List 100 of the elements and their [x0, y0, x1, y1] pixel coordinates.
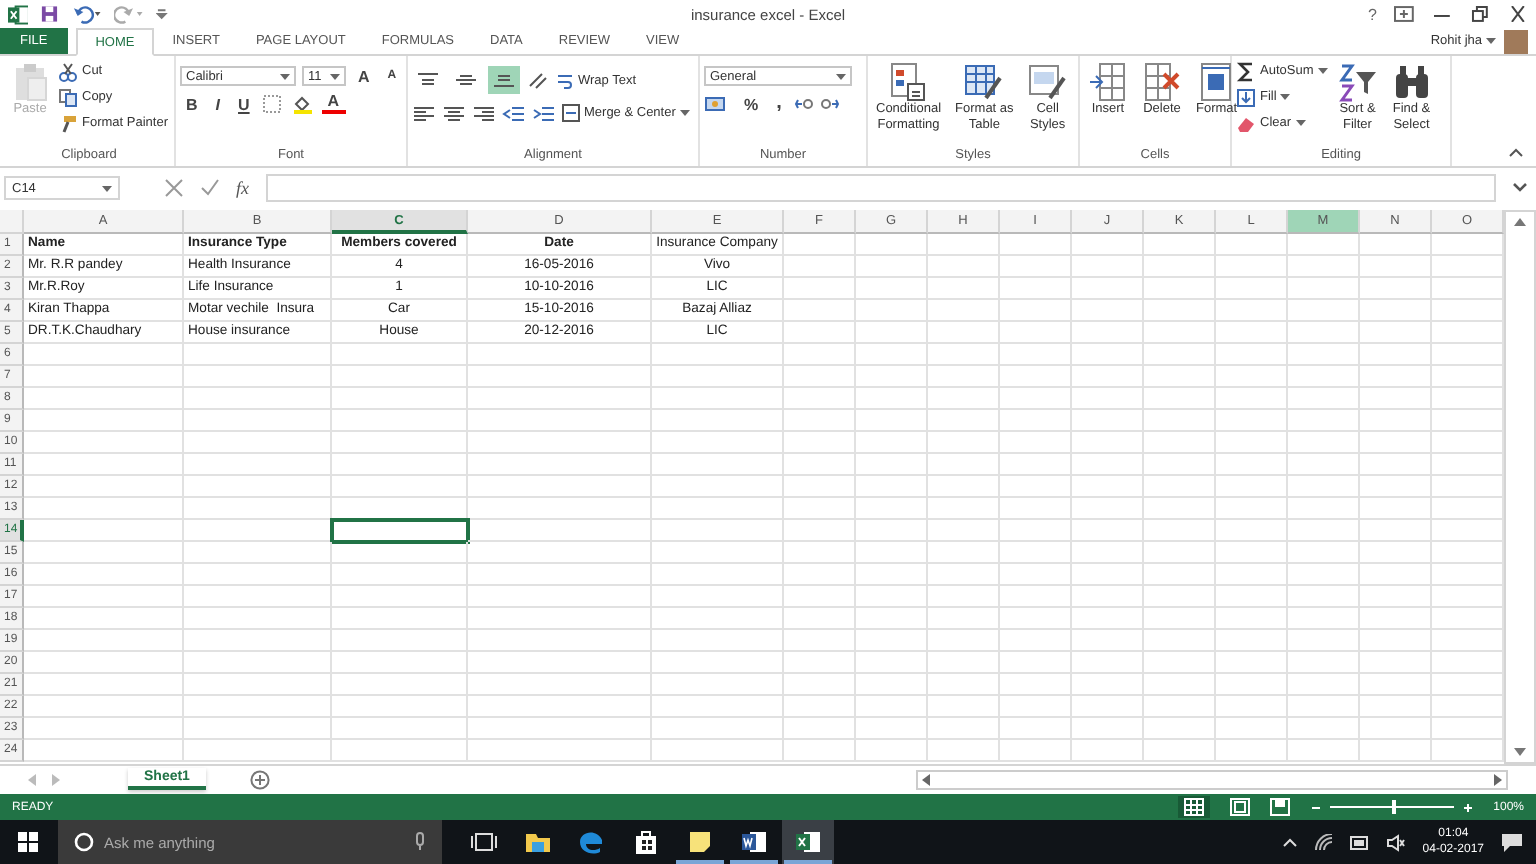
normal-view-icon[interactable]: [1177, 796, 1210, 818]
empty-cell[interactable]: [784, 498, 856, 520]
next-sheet-icon[interactable]: [52, 773, 60, 785]
empty-cell[interactable]: [1216, 586, 1288, 608]
empty-cell[interactable]: [184, 388, 332, 410]
orientation-icon[interactable]: [526, 70, 550, 90]
empty-cell[interactable]: [184, 564, 332, 586]
empty-cell[interactable]: [652, 696, 784, 718]
empty-cell[interactable]: [1216, 300, 1288, 322]
empty-cell[interactable]: [928, 322, 1000, 344]
empty-cell[interactable]: [1288, 498, 1360, 520]
empty-cell[interactable]: [1360, 366, 1432, 388]
empty-cell[interactable]: [928, 256, 1000, 278]
empty-cell[interactable]: [1000, 256, 1072, 278]
empty-cell[interactable]: [928, 652, 1000, 674]
zoom-in-icon[interactable]: [1461, 801, 1474, 813]
expand-formula-bar-icon[interactable]: [1512, 182, 1528, 194]
empty-cell[interactable]: [184, 476, 332, 498]
empty-cell[interactable]: [332, 476, 468, 498]
empty-cell[interactable]: [1360, 454, 1432, 476]
empty-cell[interactable]: [1144, 454, 1216, 476]
horizontal-scrollbar[interactable]: [916, 769, 1508, 789]
empty-cell[interactable]: [1288, 542, 1360, 564]
empty-cell[interactable]: [784, 696, 856, 718]
empty-cell[interactable]: [856, 498, 928, 520]
empty-cell[interactable]: [856, 586, 928, 608]
empty-cell[interactable]: [784, 432, 856, 454]
avatar[interactable]: [1504, 29, 1528, 53]
empty-cell[interactable]: [1360, 564, 1432, 586]
empty-cell[interactable]: [1432, 564, 1504, 586]
scroll-up-icon[interactable]: [1514, 218, 1526, 226]
empty-cell[interactable]: [652, 652, 784, 674]
empty-cell[interactable]: [1216, 234, 1288, 256]
empty-cell[interactable]: [1072, 300, 1144, 322]
empty-cell[interactable]: [1000, 696, 1072, 718]
empty-cell[interactable]: [856, 740, 928, 762]
empty-cell[interactable]: [1072, 366, 1144, 388]
empty-cell[interactable]: [184, 740, 332, 762]
empty-cell[interactable]: [784, 652, 856, 674]
empty-cell[interactable]: [1216, 366, 1288, 388]
insert-function-button[interactable]: fx: [236, 178, 249, 198]
empty-cell[interactable]: [784, 564, 856, 586]
empty-cell[interactable]: [1072, 652, 1144, 674]
empty-cell[interactable]: [1144, 586, 1216, 608]
empty-cell[interactable]: [1000, 432, 1072, 454]
empty-cell[interactable]: [468, 454, 652, 476]
empty-cell[interactable]: [468, 630, 652, 652]
empty-cell[interactable]: [1288, 718, 1360, 740]
empty-cell[interactable]: [856, 476, 928, 498]
page-layout-view-icon[interactable]: [1229, 798, 1250, 816]
empty-cell[interactable]: [332, 674, 468, 696]
empty-cell[interactable]: [1216, 322, 1288, 344]
empty-cell[interactable]: [1432, 388, 1504, 410]
empty-cell[interactable]: [1432, 454, 1504, 476]
empty-cell[interactable]: [784, 388, 856, 410]
empty-cell[interactable]: [1072, 608, 1144, 630]
empty-cell[interactable]: [856, 652, 928, 674]
empty-cell[interactable]: [1216, 718, 1288, 740]
empty-cell[interactable]: [1288, 652, 1360, 674]
empty-cell[interactable]: [1216, 344, 1288, 366]
empty-cell[interactable]: [1000, 718, 1072, 740]
empty-cell[interactable]: [1000, 388, 1072, 410]
empty-cell[interactable]: [1072, 630, 1144, 652]
empty-cell[interactable]: [928, 630, 1000, 652]
empty-cell[interactable]: [1216, 630, 1288, 652]
empty-cell[interactable]: [1288, 322, 1360, 344]
empty-cell[interactable]: [1432, 718, 1504, 740]
empty-cell[interactable]: [928, 696, 1000, 718]
empty-cell[interactable]: [468, 366, 652, 388]
empty-cell[interactable]: [184, 586, 332, 608]
empty-cell[interactable]: [332, 652, 468, 674]
empty-cell[interactable]: [1072, 498, 1144, 520]
empty-cell[interactable]: [1432, 278, 1504, 300]
empty-cell[interactable]: [1000, 542, 1072, 564]
empty-cell[interactable]: [652, 432, 784, 454]
empty-cell[interactable]: [1360, 652, 1432, 674]
empty-cell[interactable]: [332, 740, 468, 762]
empty-cell[interactable]: [856, 432, 928, 454]
empty-cell[interactable]: [652, 542, 784, 564]
empty-cell[interactable]: [1216, 256, 1288, 278]
empty-cell[interactable]: [1432, 432, 1504, 454]
empty-cell[interactable]: [1288, 410, 1360, 432]
empty-cell[interactable]: [1072, 520, 1144, 542]
empty-cell[interactable]: [1360, 586, 1432, 608]
empty-cell[interactable]: [1216, 410, 1288, 432]
empty-cell[interactable]: [928, 476, 1000, 498]
empty-cell[interactable]: [1216, 608, 1288, 630]
empty-cell[interactable]: [184, 652, 332, 674]
chevron-up-icon[interactable]: [1282, 836, 1299, 848]
empty-cell[interactable]: [1072, 410, 1144, 432]
empty-cell[interactable]: [1432, 344, 1504, 366]
empty-cell[interactable]: [1432, 322, 1504, 344]
empty-cell[interactable]: [1288, 740, 1360, 762]
empty-cell[interactable]: [856, 454, 928, 476]
empty-cell[interactable]: [856, 520, 928, 542]
microphone-icon[interactable]: [414, 832, 426, 852]
select-all-corner[interactable]: [0, 210, 24, 234]
empty-cell[interactable]: [1072, 674, 1144, 696]
empty-cell[interactable]: [184, 410, 332, 432]
redo-icon[interactable]: [114, 4, 145, 24]
